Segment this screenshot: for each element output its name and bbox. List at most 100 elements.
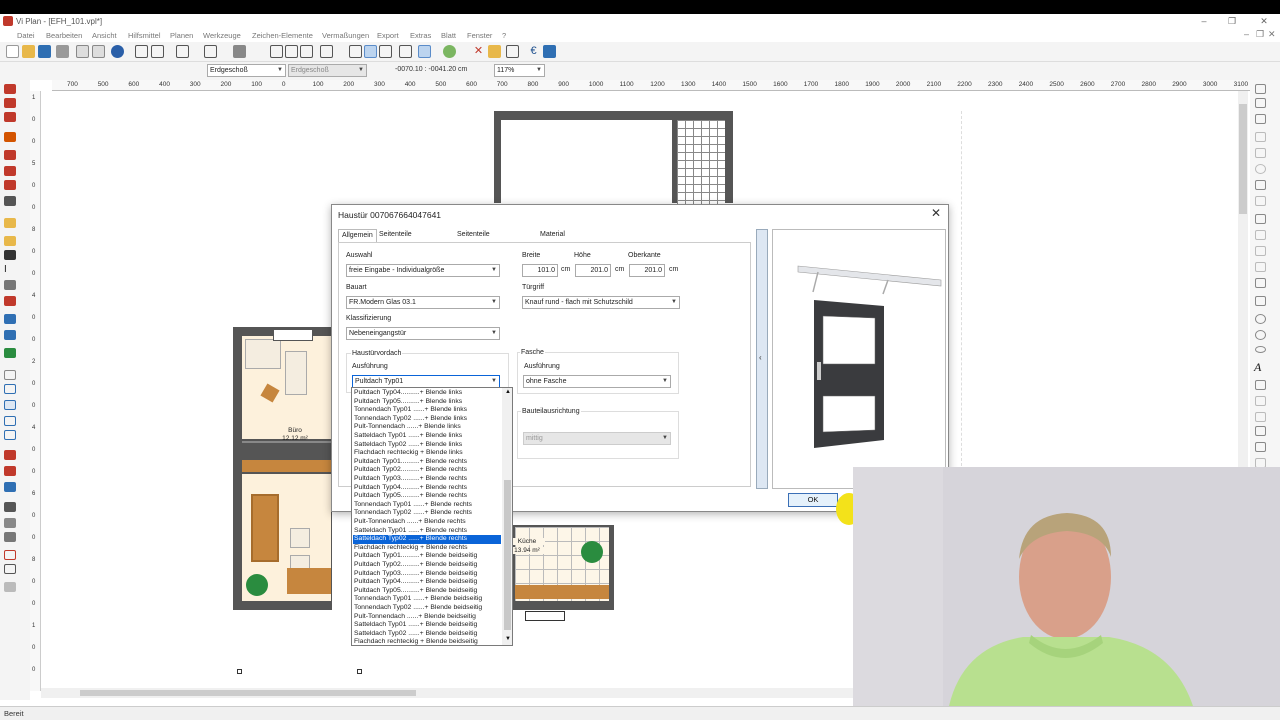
menu-blatt[interactable]: Blatt bbox=[441, 31, 456, 40]
dropdown-option[interactable]: Pultdach Typ03..........+ Blende beidsei… bbox=[353, 570, 501, 579]
green-circle-icon[interactable] bbox=[443, 45, 456, 58]
euro-icon[interactable]: € bbox=[527, 45, 540, 58]
line-icon[interactable] bbox=[399, 45, 412, 58]
menu-bearbeiten[interactable]: Bearbeiten bbox=[46, 31, 82, 40]
tab-material[interactable]: Material bbox=[537, 229, 568, 242]
grid-icon[interactable] bbox=[135, 45, 148, 58]
r-tool8-icon[interactable] bbox=[1255, 380, 1266, 390]
wall-tool-icon[interactable] bbox=[4, 84, 16, 94]
layer2-icon[interactable] bbox=[4, 384, 16, 394]
bauteil-select[interactable]: mittig ▼ bbox=[523, 432, 671, 445]
r-view3-icon[interactable] bbox=[1255, 114, 1266, 124]
r-view4-icon[interactable] bbox=[1255, 132, 1266, 142]
draw-tool-icon[interactable] bbox=[4, 502, 16, 512]
dropdown-option[interactable]: Pultdach Typ05..........+ Blende beidsei… bbox=[353, 587, 501, 596]
horizontal-scroll-thumb[interactable] bbox=[80, 690, 416, 696]
preview-splitter[interactable] bbox=[756, 229, 768, 489]
r-view1-icon[interactable] bbox=[1255, 84, 1266, 94]
dropdown-option[interactable]: Pultdach Typ05..........+ Blende rechts bbox=[353, 492, 501, 501]
dropdown-option[interactable]: Flachdach rechteckig + Blende beidseitig bbox=[353, 638, 501, 645]
dim-tool-icon[interactable] bbox=[4, 450, 16, 460]
dropdown-option[interactable]: Pultdach Typ01..........+ Blende rechts bbox=[353, 458, 501, 467]
r-view5-icon[interactable] bbox=[1255, 148, 1266, 158]
zoom-select[interactable]: 117% ▼ bbox=[494, 64, 545, 77]
r-tool3-icon[interactable] bbox=[1255, 214, 1266, 224]
column-tool-icon[interactable] bbox=[4, 196, 16, 206]
vertical-scroll-thumb[interactable] bbox=[1239, 104, 1247, 214]
breite-input[interactable]: 101.0 bbox=[522, 264, 558, 277]
ceiling-tool-icon[interactable] bbox=[4, 236, 16, 246]
r-tool2-icon[interactable] bbox=[1255, 196, 1266, 206]
menu-werkzeuge[interactable]: Werkzeuge bbox=[203, 31, 241, 40]
menu-extras[interactable]: Extras bbox=[410, 31, 431, 40]
dropdown-option[interactable]: Pultdach Typ02..........+ Blende beidsei… bbox=[353, 561, 501, 570]
dropdown-option[interactable]: Tonnendach Typ02 ......+ Blende links bbox=[353, 415, 501, 424]
dialog-close-icon[interactable]: ✕ bbox=[928, 206, 944, 222]
roof-icon[interactable] bbox=[233, 45, 246, 58]
handle-2[interactable] bbox=[357, 669, 362, 674]
dropdown-option[interactable]: Satteldach Typ02 ......+ Blende links bbox=[353, 441, 501, 450]
dropdown-option[interactable]: Tonnendach Typ01 ......+ Blende beidseit… bbox=[353, 595, 501, 604]
r-tool1-icon[interactable] bbox=[1255, 180, 1266, 190]
draw3-tool-icon[interactable] bbox=[4, 532, 16, 542]
dropdown-option[interactable]: Pultdach Typ02..........+ Blende rechts bbox=[353, 466, 501, 475]
r-tool6-icon[interactable] bbox=[1255, 262, 1266, 272]
auswahl-select[interactable]: freie Eingabe - Individualgröße ▼ bbox=[346, 264, 500, 277]
import-icon[interactable] bbox=[488, 45, 501, 58]
measure-icon[interactable] bbox=[379, 45, 392, 58]
minimize-icon[interactable]: – bbox=[1194, 16, 1214, 27]
dropdown-option[interactable]: Tonnendach Typ01 ......+ Blende links bbox=[353, 406, 501, 415]
house2-icon[interactable] bbox=[176, 45, 189, 58]
tool-icon[interactable] bbox=[506, 45, 519, 58]
tuergriff-select[interactable]: Knauf rund - flach mit Schutzschild ▼ bbox=[522, 296, 680, 309]
stair-tool-icon[interactable] bbox=[4, 166, 16, 176]
dropdown-option[interactable]: Pultdach Typ04..........+ Blende links bbox=[353, 389, 501, 398]
klassifizierung-select[interactable]: Nebeneingangstür ▼ bbox=[346, 327, 500, 340]
paste-icon[interactable] bbox=[92, 45, 105, 58]
furniture-tool-icon[interactable] bbox=[4, 330, 16, 340]
dim3-tool-icon[interactable] bbox=[4, 482, 16, 492]
eraser-tool-icon[interactable] bbox=[4, 582, 16, 592]
dropdown-option[interactable]: Tonnendach Typ02 ......+ Blende beidseit… bbox=[353, 604, 501, 613]
snap-icon[interactable] bbox=[364, 45, 377, 58]
terrain-tool-icon[interactable] bbox=[4, 314, 16, 324]
layers-icon[interactable] bbox=[349, 45, 362, 58]
dropdown-option[interactable]: Pultdach Typ05..........+ Blende links bbox=[353, 398, 501, 407]
export-icon[interactable] bbox=[543, 45, 556, 58]
menu-planen[interactable]: Planen bbox=[170, 31, 193, 40]
door-tool-icon[interactable] bbox=[4, 132, 16, 142]
window-tool-icon[interactable] bbox=[4, 150, 16, 160]
dropdown-option[interactable]: Pultdach Typ03..........+ Blende rechts bbox=[353, 475, 501, 484]
dim2-tool-icon[interactable] bbox=[4, 466, 16, 476]
menu-ansicht[interactable]: Ansicht bbox=[92, 31, 117, 40]
floor-select[interactable]: Erdgeschoß ▼ bbox=[207, 64, 286, 77]
wall3-tool-icon[interactable] bbox=[4, 112, 16, 122]
menu-datei[interactable]: Datei bbox=[17, 31, 35, 40]
open-folder-icon[interactable] bbox=[22, 45, 35, 58]
close-window-icon[interactable]: ✕ bbox=[1254, 16, 1274, 27]
layer4-icon[interactable] bbox=[4, 416, 16, 426]
mdi-minimize-icon[interactable]: – bbox=[1244, 29, 1249, 39]
dropdown-option[interactable]: Flachdach rechteckig + Blende rechts bbox=[353, 544, 501, 553]
menu-export[interactable]: Export bbox=[377, 31, 399, 40]
zoom-window-icon[interactable] bbox=[285, 45, 298, 58]
dropdown-option[interactable]: Satteldach Typ02 ......+ Blende beidseit… bbox=[353, 630, 501, 639]
dropdown-option[interactable]: Satteldach Typ01 ......+ Blende beidseit… bbox=[353, 621, 501, 630]
scroll-down-icon[interactable]: ▼ bbox=[505, 636, 511, 642]
r-shape-icon[interactable] bbox=[1255, 314, 1266, 324]
r-tool10-icon[interactable] bbox=[1255, 412, 1266, 422]
ok-button[interactable]: OK bbox=[788, 493, 838, 507]
menu-vermassungen[interactable]: Vermaßungen bbox=[322, 31, 369, 40]
tab-allgemein[interactable]: Allgemein bbox=[338, 229, 377, 242]
dropdown-option[interactable]: Satteldach Typ01 ......+ Blende links bbox=[353, 432, 501, 441]
dropdown-option[interactable]: Pultdach Typ04..........+ Blende beidsei… bbox=[353, 578, 501, 587]
menu-hilfsmittel[interactable]: Hilfsmittel bbox=[128, 31, 161, 40]
r-ellipse-icon[interactable] bbox=[1255, 346, 1266, 353]
r-rotate-icon[interactable] bbox=[1255, 164, 1266, 174]
object-tool-icon[interactable] bbox=[4, 296, 16, 306]
layer5-icon[interactable] bbox=[4, 430, 16, 440]
plant-tool-icon[interactable] bbox=[4, 348, 16, 358]
handle-1[interactable] bbox=[237, 669, 242, 674]
save-icon[interactable] bbox=[38, 45, 51, 58]
dropdown-option[interactable]: Pultdach Typ04..........+ Blende rechts bbox=[353, 484, 501, 493]
